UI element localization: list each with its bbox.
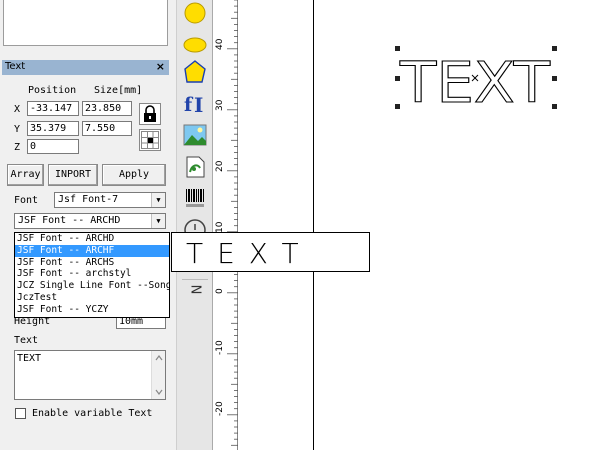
circle-tool[interactable] xyxy=(182,0,208,26)
font-type-select[interactable]: Jsf Font-7 ▼ xyxy=(54,192,166,208)
font-option[interactable]: JSF Font -- archstyl xyxy=(15,268,169,280)
enable-variable-text-label: Enable variable Text xyxy=(32,408,153,419)
grid-icon xyxy=(141,131,159,149)
vector-file-icon xyxy=(186,156,205,178)
dimension-tool[interactable]: N xyxy=(182,279,208,303)
polygon-tool[interactable] xyxy=(182,59,208,85)
ellipse-tool[interactable] xyxy=(182,32,208,58)
text-label: Text xyxy=(14,335,39,346)
z-position-field[interactable]: 0 xyxy=(27,139,79,154)
font-type-value: Jsf Font-7 xyxy=(58,194,119,205)
x-label: X xyxy=(14,104,21,115)
selected-text-object[interactable]: TEXT xyxy=(238,0,595,450)
font-preview-text: TEXT xyxy=(186,237,313,270)
drawing-toolbar: f I N xyxy=(176,0,212,450)
chevron-down-icon[interactable]: ▼ xyxy=(151,214,165,228)
font-option[interactable]: JSF Font -- ARCHD xyxy=(15,233,169,245)
inport-button[interactable]: INPORT xyxy=(48,164,98,186)
font-option[interactable]: JSF Font -- YCZY xyxy=(15,304,169,316)
barcode-icon xyxy=(186,189,204,207)
base-point-button[interactable] xyxy=(139,129,161,151)
font-option[interactable]: JSF Font -- ARCHF xyxy=(15,244,169,257)
scroll-arrows-icon xyxy=(155,355,163,395)
drawing-canvas[interactable]: TEXT xyxy=(238,0,595,450)
ruler-label: 0 xyxy=(215,288,225,294)
array-button[interactable]: Array xyxy=(7,164,44,186)
vertical-ruler: 40 30 20 10 0 -10 -20 xyxy=(212,0,239,450)
object-list[interactable] xyxy=(3,0,168,46)
height-field[interactable]: 7.550 xyxy=(82,121,132,136)
font-face-value: JSF Font -- ARCHD xyxy=(18,215,121,226)
enable-variable-text-checkbox[interactable] xyxy=(15,408,26,419)
ruler-label: 30 xyxy=(215,99,225,111)
y-position-field[interactable]: 35.379 xyxy=(27,121,79,136)
panel-title: Text xyxy=(5,61,26,72)
ruler-label: -20 xyxy=(215,401,225,416)
width-field[interactable]: 23.850 xyxy=(82,101,132,116)
ruler-label: 20 xyxy=(215,160,225,172)
z-label: Z xyxy=(14,142,21,153)
font-face-dropdown-list[interactable]: JSF Font -- ARCHD JSF Font -- ARCHF JSF Fo… xyxy=(14,232,170,318)
ellipse-icon xyxy=(183,37,207,53)
image-icon xyxy=(183,124,207,146)
canvas-text: TEXT xyxy=(399,51,551,116)
position-label: Position xyxy=(28,85,77,96)
close-icon[interactable]: × xyxy=(156,60,165,73)
font-preview-box: TEXT xyxy=(171,232,370,272)
circle-icon xyxy=(184,2,206,24)
dimension-icon: N xyxy=(187,284,203,295)
size-label: Size[mm] xyxy=(94,85,143,96)
lock-icon xyxy=(144,105,156,122)
y-label: Y xyxy=(14,124,21,135)
vector-import-tool[interactable] xyxy=(182,154,208,180)
property-panel: Text × Position Size[mm] X -33.147 23.85… xyxy=(0,0,176,450)
ruler-label: -10 xyxy=(215,340,225,355)
text-content-value: TEXT xyxy=(17,353,42,364)
chevron-down-icon[interactable]: ▼ xyxy=(151,193,165,207)
font-option[interactable]: JSF Font -- ARCHS xyxy=(15,257,169,269)
barcode-tool[interactable] xyxy=(182,186,208,212)
ruler-label: 40 xyxy=(215,38,225,50)
svg-text:I: I xyxy=(194,93,203,116)
svg-text:f: f xyxy=(184,94,194,116)
panel-header: Text × xyxy=(2,60,169,75)
font-option[interactable]: JCZ Single Line Font --Song xyxy=(15,280,169,292)
text-content-input[interactable]: TEXT xyxy=(14,350,166,400)
font-face-select[interactable]: JSF Font -- ARCHD ▼ xyxy=(14,213,166,229)
apply-button[interactable]: Apply xyxy=(102,164,166,186)
lock-ratio-button[interactable] xyxy=(139,103,161,125)
polygon-icon xyxy=(184,60,206,83)
x-position-field[interactable]: -33.147 xyxy=(27,101,79,116)
bitmap-tool[interactable] xyxy=(182,122,208,148)
text-tool-icon: f I xyxy=(184,93,203,117)
font-label: Font xyxy=(14,195,39,206)
text-tool[interactable]: f I xyxy=(182,90,208,117)
text-scrollbar[interactable] xyxy=(151,351,165,399)
font-option[interactable]: JczTest xyxy=(15,292,169,304)
